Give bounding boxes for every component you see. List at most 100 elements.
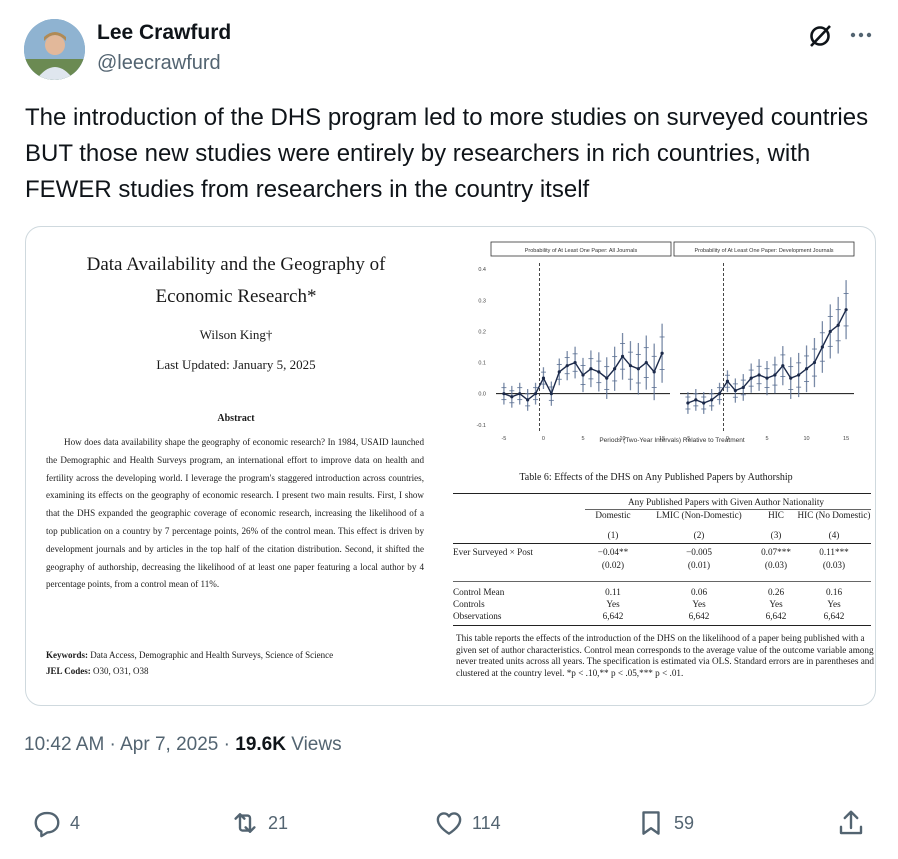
author-handle[interactable]: @leecrawfurd (97, 52, 221, 75)
abstract-heading: Abstract (217, 413, 255, 424)
data-point (628, 364, 633, 368)
paper-date: Last Updated: January 5, 2025 (156, 357, 316, 372)
reply-icon (34, 811, 60, 838)
coef-cell: −0.04** (597, 547, 629, 557)
coef-cell: 0.07*** (761, 547, 791, 557)
keywords: Data Access, Demographic and Health Surv… (90, 650, 334, 660)
x-tick-label: 0 (542, 436, 545, 442)
col-header: Domestic (595, 510, 631, 520)
data-point (836, 323, 840, 327)
keywords-label: Keywords: (46, 650, 88, 660)
col-number: (1) (607, 530, 619, 540)
data-point (613, 367, 617, 371)
tweet-meta: 10:42 AM · Apr 7, 2025 · 19.6K Views (24, 734, 342, 756)
data-point (844, 308, 848, 312)
share-button[interactable] (836, 808, 874, 838)
jel-label: JEL Codes: (46, 666, 91, 676)
x-axis-label: Periods (Two-Year Intervals) Relative to… (599, 437, 745, 444)
se-cell: (0.03) (764, 560, 788, 570)
stat-cell: Yes (827, 599, 841, 609)
bookmark-button[interactable]: 59 (636, 808, 694, 838)
data-point (710, 398, 714, 402)
abstract-text: How does data availability shape the geo… (46, 437, 424, 590)
stat-label: Controls (453, 599, 485, 609)
row-label: Ever Surveyed × Post (453, 547, 533, 557)
group-header: Any Published Papers with Given Author N… (628, 497, 824, 507)
tweet-date[interactable]: Apr 7, 2025 (120, 734, 218, 755)
data-point (620, 354, 625, 358)
data-point (757, 373, 761, 377)
data-point (565, 364, 569, 368)
data-point (694, 398, 698, 402)
data-point (510, 395, 514, 399)
tweet-text: The introduction of the DHS program led … (25, 104, 869, 203)
col-number: (3) (770, 530, 782, 540)
header-bottom-rule (453, 543, 871, 544)
stat-cell: 6,642 (688, 611, 710, 621)
data-point (518, 392, 522, 396)
data-point (820, 345, 824, 349)
event-study-figure: Probability of At Least One Paper: All J… (477, 241, 855, 444)
panel-right-plot (680, 263, 854, 431)
y-axis-ticks: 0.4 0.3 0.2 0.1 0.0 -0.1 (477, 267, 486, 429)
more-icon[interactable] (848, 22, 874, 48)
data-point (557, 370, 561, 374)
coef-cell: −0.005 (686, 547, 712, 557)
data-point (549, 392, 553, 396)
col-number: (4) (828, 530, 840, 540)
like-button[interactable]: 114 (434, 808, 501, 838)
reply-button[interactable]: 4 (32, 808, 80, 838)
data-point (660, 351, 664, 355)
y-tick-label: 0.3 (478, 298, 486, 304)
paper-title-line-1: Data Availability and the Geography of (86, 254, 386, 275)
stat-cell: 6,642 (823, 611, 845, 621)
grok-icon[interactable] (806, 22, 834, 50)
x-tick-label: 15 (843, 436, 849, 442)
stat-cell: Yes (769, 599, 783, 609)
coef-cell: 0.11*** (819, 547, 849, 557)
meta-separator: · (218, 734, 236, 755)
avatar[interactable] (24, 19, 85, 80)
se-cell: (0.01) (687, 560, 711, 570)
y-tick-label: -0.1 (477, 423, 486, 429)
stat-cell: 6,642 (765, 611, 787, 621)
table-top-rule (453, 493, 871, 494)
data-point (717, 392, 722, 396)
data-point (749, 376, 753, 380)
data-point (605, 376, 609, 380)
x-tick-label: 5 (581, 436, 584, 442)
col-number: (2) (693, 530, 705, 540)
panel-left-title: Probability of At Least One Paper: All J… (525, 248, 638, 254)
data-point (773, 373, 777, 377)
heart-icon (436, 812, 462, 835)
data-point (502, 392, 506, 396)
data-point (573, 360, 577, 365)
retweet-icon (234, 813, 256, 833)
col-header: HIC (768, 510, 784, 520)
y-tick-label: 0.1 (478, 361, 486, 367)
table-caption: Table 6: Effects of the DHS on Any Publi… (519, 472, 793, 483)
data-point (789, 376, 793, 380)
meta-separator: · (104, 734, 121, 755)
stat-cell: 0.06 (690, 587, 708, 597)
tweet-time[interactable]: 10:42 AM (24, 734, 104, 755)
y-tick-label: 0.4 (478, 267, 486, 273)
attached-image[interactable]: Data Availability and the Geography of E… (25, 226, 876, 706)
data-point (589, 367, 593, 371)
y-tick-label: 0.2 (478, 329, 486, 335)
data-point (597, 370, 601, 374)
col-header: LMIC (Non-Domestic) (656, 510, 742, 520)
repost-button[interactable]: 21 (230, 808, 288, 838)
data-point (828, 329, 832, 334)
y-tick-label: 0.0 (478, 392, 486, 398)
data-point (541, 376, 546, 380)
stat-cell: 0.16 (825, 587, 843, 597)
like-count: 114 (472, 812, 501, 833)
x-tick-label: -5 (501, 436, 506, 442)
data-point (725, 379, 730, 383)
data-point (781, 364, 785, 368)
keywords-block: Keywords: Data Access, Demographic and H… (46, 647, 424, 679)
se-cell: (0.02) (601, 560, 625, 570)
author-name[interactable]: Lee Crawfurd (97, 21, 231, 45)
view-count: 19.6K (235, 734, 286, 755)
